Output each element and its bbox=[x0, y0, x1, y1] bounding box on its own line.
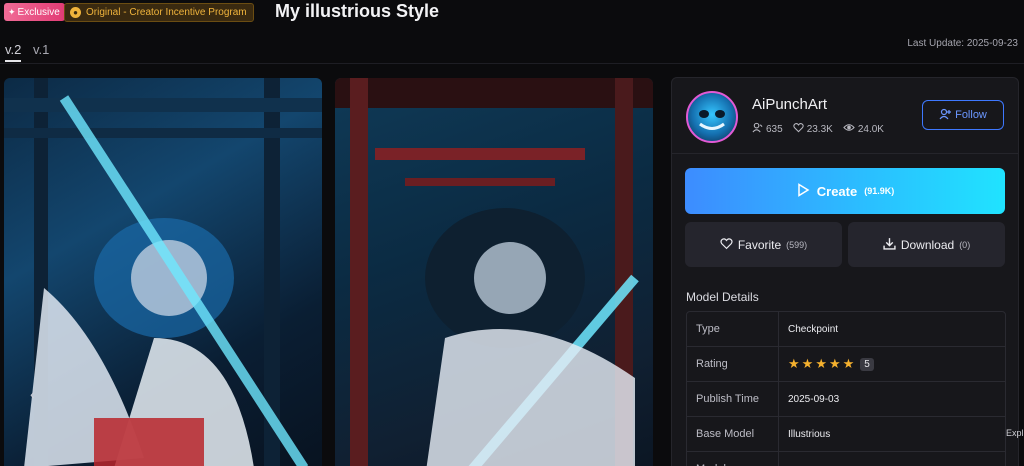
publish-time-value: 2025-09-03 bbox=[788, 393, 840, 405]
header-divider bbox=[0, 63, 1024, 64]
star-icon: ★ bbox=[842, 356, 855, 371]
model-details-table: Type Checkpoint Rating ★ ★ ★ ★ ★ 5 Publi… bbox=[686, 311, 1006, 466]
chevron-left-icon[interactable]: ‹ bbox=[30, 386, 35, 402]
create-button[interactable]: Create (91.9K) bbox=[685, 168, 1005, 214]
model-value bbox=[779, 452, 788, 466]
views-count: 24.0K bbox=[857, 123, 884, 135]
tab-v2[interactable]: v.2 bbox=[5, 42, 21, 57]
base-model-value: Illustrious bbox=[788, 428, 831, 440]
followers-stat: 635 bbox=[752, 122, 783, 136]
download-count: (0) bbox=[959, 239, 971, 250]
favorite-count: (599) bbox=[786, 239, 808, 250]
avatar[interactable] bbox=[686, 91, 738, 143]
user-plus-icon bbox=[939, 108, 952, 123]
heart-icon bbox=[720, 237, 733, 253]
user-follow-icon bbox=[752, 122, 763, 136]
active-tab-indicator bbox=[5, 60, 21, 62]
tab-v1[interactable]: v.1 bbox=[33, 42, 49, 57]
rating-value: ★ ★ ★ ★ ★ 5 bbox=[779, 347, 874, 381]
original-badge-label: Original - Creator Incentive Program bbox=[86, 7, 247, 18]
star-icon: ★ bbox=[828, 356, 841, 371]
star-icon: ★ bbox=[788, 356, 800, 371]
preview-image-1[interactable]: ‹ bbox=[4, 78, 322, 466]
creator-card: AiPunchArt 635 23.3K 24.0K Follow bbox=[672, 78, 1018, 154]
table-row-type: Type Checkpoint bbox=[687, 312, 1005, 347]
creator-stats: 635 23.3K 24.0K bbox=[752, 122, 884, 136]
eye-icon bbox=[843, 122, 855, 136]
views-stat: 24.0K bbox=[843, 122, 884, 136]
likes-count: 23.3K bbox=[806, 123, 833, 135]
rating-key: Rating bbox=[687, 347, 779, 381]
likes-stat: 23.3K bbox=[793, 122, 833, 136]
base-model-key: Base Model bbox=[687, 417, 779, 451]
star-icon: ★ bbox=[815, 356, 827, 371]
preview-image-2-art bbox=[335, 78, 653, 466]
last-update: Last Update: 2025-09-23 bbox=[907, 38, 1018, 49]
model-key: Model bbox=[687, 452, 779, 466]
exclusive-badge-label: Exclusive bbox=[17, 6, 60, 18]
favorite-button-label: Favorite bbox=[737, 237, 782, 252]
star-icon: ★ bbox=[801, 356, 814, 371]
table-row-model: Model bbox=[687, 452, 1005, 466]
sparkle-icon: ✦ bbox=[8, 6, 16, 17]
explore-link-fragment[interactable]: Expl bbox=[1006, 428, 1024, 438]
download-button-label: Download bbox=[900, 237, 955, 252]
rating-number: 5 bbox=[860, 357, 874, 371]
publish-time-key: Publish Time bbox=[687, 382, 779, 416]
page-title: My illustrious Style bbox=[275, 1, 440, 21]
exclusive-badge: ✦ Exclusive bbox=[4, 3, 65, 21]
rating-stars: ★ ★ ★ ★ ★ bbox=[788, 356, 854, 372]
model-details-title: Model Details bbox=[686, 290, 759, 304]
table-row-base-model: Base Model Illustrious bbox=[687, 417, 1005, 452]
coin-icon: ● bbox=[70, 7, 81, 18]
play-icon bbox=[796, 182, 810, 200]
followers-count: 635 bbox=[766, 123, 783, 135]
preview-image-2[interactable] bbox=[335, 78, 653, 466]
avatar-face bbox=[699, 110, 725, 130]
type-key: Type bbox=[687, 312, 779, 346]
table-row-publish-time: Publish Time 2025-09-03 bbox=[687, 382, 1005, 417]
model-side-panel: AiPunchArt 635 23.3K 24.0K Follow Create… bbox=[671, 77, 1019, 466]
creator-name[interactable]: AiPunchArt bbox=[752, 96, 827, 113]
page-header: ✦ Exclusive ● Original - Creator Incenti… bbox=[0, 0, 1024, 30]
follow-button-label: Follow bbox=[955, 109, 987, 121]
create-count: (91.9K) bbox=[864, 186, 895, 196]
download-icon bbox=[883, 237, 896, 253]
type-value: Checkpoint bbox=[788, 323, 839, 335]
preview-image-1-art bbox=[4, 78, 322, 466]
create-button-label: Create bbox=[816, 183, 858, 199]
table-row-rating: Rating ★ ★ ★ ★ ★ 5 bbox=[687, 347, 1005, 382]
favorite-button[interactable]: Favorite (599) bbox=[685, 222, 842, 267]
original-badge[interactable]: ● Original - Creator Incentive Program bbox=[64, 3, 254, 22]
heart-icon bbox=[793, 122, 804, 136]
download-button[interactable]: Download (0) bbox=[848, 222, 1005, 267]
follow-button[interactable]: Follow bbox=[922, 100, 1004, 130]
